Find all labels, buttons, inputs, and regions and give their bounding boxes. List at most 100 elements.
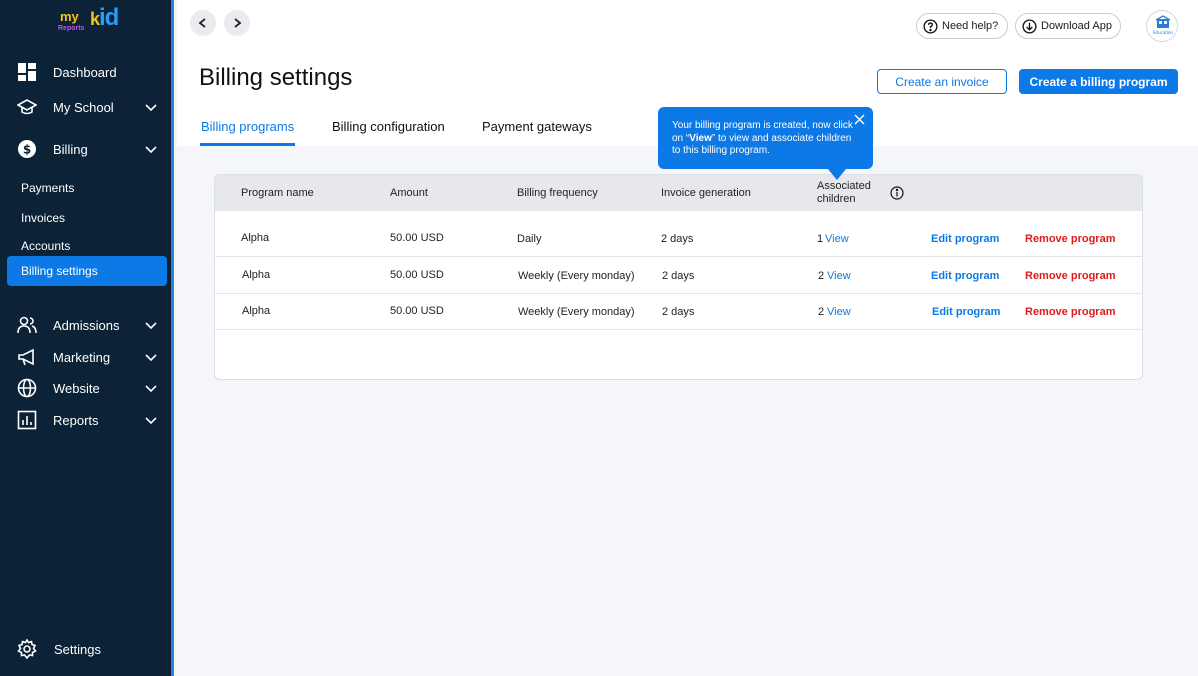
chevron-down-icon — [145, 146, 157, 154]
logo-my: my — [60, 9, 79, 24]
sidebar-item-label: Admissions — [53, 318, 120, 333]
sidebar-subitem-payments[interactable]: Payments — [7, 172, 167, 202]
remove-program-link[interactable]: Remove program — [1025, 233, 1115, 245]
sidebar-subitem-label: Accounts — [21, 239, 71, 253]
page-title: Billing settings — [199, 64, 353, 91]
info-icon[interactable] — [890, 186, 904, 200]
people-icon — [17, 316, 37, 334]
table-row: Alpha 50.00 USD Weekly (Every monday) 2 … — [215, 293, 1142, 330]
gear-icon — [17, 639, 37, 659]
column-header-associated: Associated — [817, 180, 871, 192]
sidebar-item-billing[interactable]: $ Billing — [0, 134, 171, 164]
sidebar: my Reports kid Dashboard My School $ Bil… — [0, 0, 174, 676]
column-header-billing-frequency: Billing frequency — [517, 187, 598, 199]
tab-billing-configuration[interactable]: Billing configuration — [332, 119, 445, 134]
need-help-button[interactable]: Need help? — [916, 13, 1008, 39]
dollar-icon: $ — [18, 140, 36, 158]
cell-children-count: 2 — [818, 270, 825, 282]
download-icon — [1022, 18, 1037, 34]
cell-program-name: Alpha — [242, 269, 271, 281]
billing-programs-table: Program name Amount Billing frequency In… — [214, 174, 1143, 380]
sidebar-item-admissions[interactable]: Admissions — [0, 310, 171, 340]
avatar-label: Education — [1153, 30, 1173, 35]
chevron-left-icon — [198, 18, 206, 28]
cell-frequency: Weekly (Every monday) — [518, 270, 635, 282]
view-children-link[interactable]: View — [825, 233, 849, 245]
sidebar-item-reports[interactable]: Reports — [0, 405, 171, 435]
cell-frequency: Daily — [517, 233, 542, 245]
tab-billing-programs[interactable]: Billing programs — [201, 119, 294, 134]
column-header-amount: Amount — [390, 187, 428, 199]
tooltip-arrow — [828, 169, 846, 180]
column-header-invoice-generation: Invoice generation — [661, 187, 751, 199]
tab-payment-gateways[interactable]: Payment gateways — [482, 119, 592, 134]
logo-kid-k: k — [90, 9, 100, 29]
edit-program-link[interactable]: Edit program — [931, 233, 999, 245]
chart-icon — [17, 410, 37, 430]
remove-program-link[interactable]: Remove program — [1025, 306, 1115, 318]
onboarding-tooltip: Your billing program is created, now cli… — [658, 107, 873, 180]
download-app-button[interactable]: Download App — [1015, 13, 1121, 39]
chevron-down-icon — [145, 104, 157, 112]
sidebar-item-label: Settings — [54, 642, 101, 657]
table-row: Alpha 50.00 USD Daily 2 days 1 View Edit… — [215, 220, 1142, 257]
chevron-down-icon — [145, 417, 157, 425]
cell-amount: 50.00 USD — [390, 305, 444, 317]
edit-program-link[interactable]: Edit program — [931, 270, 999, 282]
chevron-down-icon — [145, 322, 157, 330]
sidebar-item-settings[interactable]: Settings — [0, 634, 171, 664]
cell-program-name: Alpha — [242, 305, 271, 317]
megaphone-icon — [18, 348, 34, 366]
remove-program-link[interactable]: Remove program — [1025, 270, 1115, 282]
view-children-link[interactable]: View — [827, 306, 851, 318]
sidebar-item-dashboard[interactable]: Dashboard — [0, 57, 171, 87]
column-header-children: children — [817, 193, 856, 205]
cell-invoice-generation: 2 days — [662, 270, 695, 282]
sidebar-item-label: Website — [53, 381, 100, 396]
close-icon[interactable] — [854, 114, 865, 125]
logo-reports: Reports — [58, 25, 85, 32]
back-button[interactable] — [190, 10, 216, 36]
avatar[interactable]: Education — [1146, 10, 1178, 42]
help-icon — [923, 18, 938, 34]
chevron-right-icon — [234, 18, 242, 28]
column-header-program-name: Program name — [241, 187, 314, 199]
tooltip-text-bold: View — [689, 132, 712, 144]
sidebar-item-website[interactable]: Website — [0, 373, 171, 403]
create-billing-program-button[interactable]: Create a billing program — [1019, 69, 1178, 94]
sidebar-item-label: Reports — [53, 413, 99, 428]
forward-button[interactable] — [224, 10, 250, 36]
sidebar-subitem-invoices[interactable]: Invoices — [7, 202, 167, 232]
chevron-down-icon — [145, 385, 157, 393]
sidebar-subitem-label: Payments — [21, 181, 75, 195]
view-children-link[interactable]: View — [827, 270, 851, 282]
sidebar-item-label: Dashboard — [53, 65, 117, 80]
sidebar-item-label: My School — [53, 100, 114, 115]
cell-amount: 50.00 USD — [390, 269, 444, 281]
school-logo-icon: Education — [1153, 15, 1173, 35]
table-row: Alpha 50.00 USD Weekly (Every monday) 2 … — [215, 257, 1142, 294]
sidebar-item-marketing[interactable]: Marketing — [0, 342, 171, 372]
cell-program-name: Alpha — [241, 232, 270, 244]
globe-icon — [17, 378, 37, 398]
dashboard-icon — [18, 63, 36, 81]
sidebar-item-label: Billing — [53, 142, 88, 157]
download-app-label: Download App — [1041, 20, 1112, 32]
edit-program-link[interactable]: Edit program — [932, 306, 1000, 318]
sidebar-item-label: Marketing — [53, 350, 111, 365]
sidebar-item-my-school[interactable]: My School — [0, 92, 171, 122]
cell-children-count: 2 — [818, 306, 825, 318]
logo-kid-rest: id — [99, 4, 119, 31]
cell-frequency: Weekly (Every monday) — [518, 306, 635, 318]
create-invoice-button[interactable]: Create an invoice — [877, 69, 1007, 94]
cell-invoice-generation: 2 days — [661, 233, 694, 245]
sidebar-subitem-billing-settings[interactable]: Billing settings — [7, 256, 167, 286]
sidebar-subitem-label: Billing settings — [21, 264, 98, 278]
sidebar-subitem-label: Invoices — [21, 211, 66, 225]
need-help-label: Need help? — [942, 20, 999, 32]
chevron-down-icon — [145, 354, 157, 362]
app-logo[interactable]: my Reports kid — [58, 4, 132, 36]
school-icon — [17, 99, 37, 115]
cell-amount: 50.00 USD — [390, 232, 444, 244]
cell-children-count: 1 — [817, 233, 824, 245]
